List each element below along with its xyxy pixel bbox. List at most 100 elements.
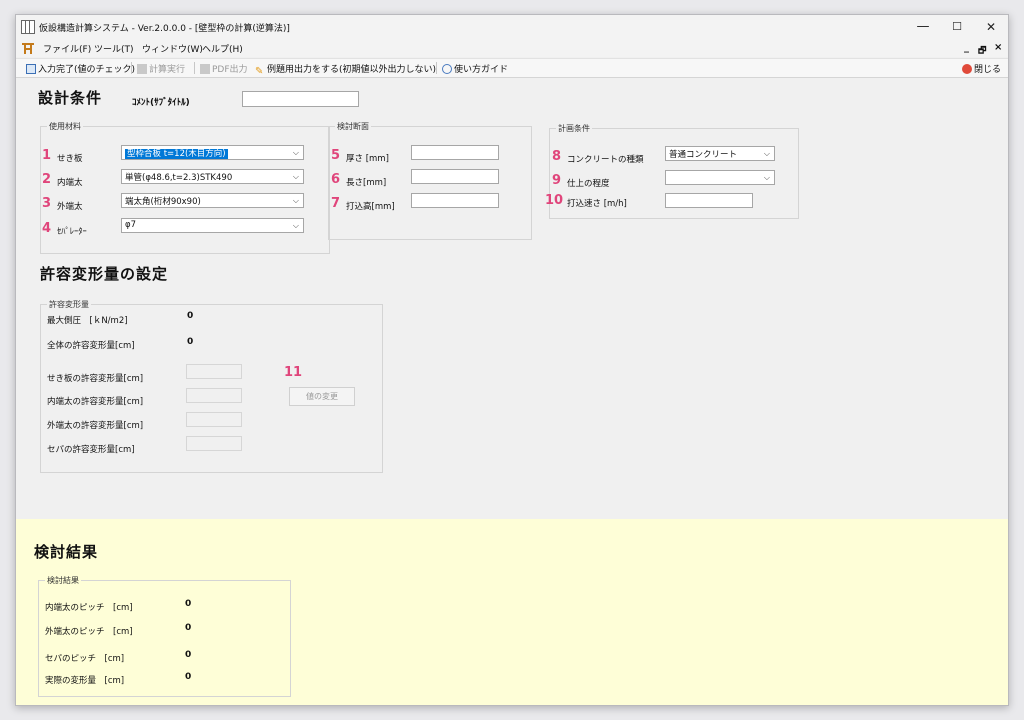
toolbar-divider xyxy=(194,62,195,74)
finish-grade-select[interactable]: ⌵ xyxy=(665,170,775,185)
deform-heading: 許容変形量の設定 xyxy=(40,265,169,283)
menu-window[interactable]: ウィンドウ(W) xyxy=(142,42,203,55)
materials-legend: 使用材料 xyxy=(47,121,83,132)
outer-beam-label: 外端太 xyxy=(57,202,83,212)
inner-pitch-label: 内端太のピッチ [cm] xyxy=(45,603,133,613)
usage-guide-button[interactable]: 使い方ガイド xyxy=(442,62,508,75)
pdf-icon xyxy=(200,64,210,74)
guide-icon xyxy=(442,64,452,74)
chevron-down-icon: ⌵ xyxy=(763,173,770,182)
sekiita-select[interactable]: 型枠合板 t=12(木目方向) ⌵ xyxy=(121,145,304,160)
inner-beam-value: 単管(φ48.6,t=2.3)STK490 xyxy=(125,173,233,183)
thickness-label: 厚さ [mm] xyxy=(346,154,389,164)
app-menu-icon[interactable] xyxy=(22,42,34,54)
chevron-down-icon: ⌵ xyxy=(292,221,299,230)
separator-pitch-value: 0 xyxy=(185,650,192,660)
close-window-button[interactable]: ✕ xyxy=(974,17,1008,37)
maximize-button[interactable]: ☐ xyxy=(940,17,974,37)
pour-height-input[interactable] xyxy=(411,193,499,208)
outer-deform-input[interactable] xyxy=(186,412,242,427)
close-circle-icon xyxy=(962,64,972,74)
section-legend: 検討断面 xyxy=(335,121,371,132)
marker-5: 5 xyxy=(331,148,341,163)
input-done-button[interactable]: 入力完了(値のチェック) xyxy=(26,62,135,75)
plan-legend: 計画条件 xyxy=(556,123,592,134)
marker-1: 1 xyxy=(42,148,52,163)
pencil-icon: ✎ xyxy=(255,66,264,77)
concrete-type-label: コンクリートの種類 xyxy=(567,155,644,165)
separator-label: ｾﾊﾟﾚｰﾀｰ xyxy=(57,227,87,237)
pdf-output-button[interactable]: PDF出力 xyxy=(200,62,248,75)
design-heading: 設計条件 xyxy=(38,89,103,107)
marker-8: 8 xyxy=(552,149,562,164)
results-group: 検討結果 内端太のピッチ [cm] 0 外端太のピッチ [cm] 0 セパのピッ… xyxy=(38,575,291,697)
inner-beam-select[interactable]: 単管(φ48.6,t=2.3)STK490 ⌵ xyxy=(121,169,304,184)
mdi-restore-button[interactable]: 🗗 xyxy=(978,43,986,59)
marker-4: 4 xyxy=(42,221,52,236)
separator-select[interactable]: φ7 ⌵ xyxy=(121,218,304,233)
minimize-button[interactable]: — xyxy=(906,17,940,37)
marker-7: 7 xyxy=(331,196,341,211)
window-title: 仮設構造計算システム - Ver.2.0.0.0 - [壁型枠の計算(逆算法)] xyxy=(39,24,290,34)
finish-grade-label: 仕上の程度 xyxy=(567,179,610,189)
outer-pitch-label: 外端太のピッチ [cm] xyxy=(45,627,133,637)
section-group: 検討断面 5 厚さ [mm] 6 長さ[mm] 7 打込高[mm] xyxy=(328,121,532,240)
edit-check-icon xyxy=(26,64,36,74)
title-bar: 仮設構造計算システム - Ver.2.0.0.0 - [壁型枠の計算(逆算法)]… xyxy=(16,15,1008,39)
marker-11: 11 xyxy=(284,365,303,380)
concrete-type-value: 普通コンクリート xyxy=(669,150,738,160)
separator-value: φ7 xyxy=(125,220,137,230)
menu-file[interactable]: ファイル(F) xyxy=(43,42,91,55)
chevron-down-icon: ⌵ xyxy=(292,172,299,181)
input-done-label: 入力完了(値のチェック) xyxy=(38,65,136,75)
max-pressure-value: 0 xyxy=(187,311,194,321)
close-form-button[interactable]: 閉じる xyxy=(962,62,1001,75)
inner-deform-input[interactable] xyxy=(186,388,242,403)
results-panel: 検討結果 検討結果 内端太のピッチ [cm] 0 外端太のピッチ [cm] 0 … xyxy=(16,519,1008,705)
separator-deform-input[interactable] xyxy=(186,436,242,451)
outer-beam-select[interactable]: 端太角(桁材90x90) ⌵ xyxy=(121,193,304,208)
toolbar-divider xyxy=(131,62,132,74)
total-deform-value: 0 xyxy=(187,337,194,347)
chevron-down-icon: ⌵ xyxy=(763,149,770,158)
menu-help[interactable]: ヘルプ(H) xyxy=(202,42,243,55)
thickness-input[interactable] xyxy=(411,145,499,160)
sekiita-deform-input[interactable] xyxy=(186,364,242,379)
inner-deform-label: 内端太の許容変形量[cm] xyxy=(47,397,144,407)
example-output-label: 例題用出力をする(初期値以外出力しない) xyxy=(267,65,437,75)
comment-input[interactable] xyxy=(242,91,359,107)
example-output-button[interactable]: ✎ 例題用出力をする(初期値以外出力しない) xyxy=(255,62,436,77)
change-values-button[interactable]: 値の変更 xyxy=(289,387,355,406)
sekiita-value: 型枠合板 t=12(木目方向) xyxy=(125,149,228,159)
separator-pitch-label: セパのピッチ [cm] xyxy=(45,654,125,664)
length-input[interactable] xyxy=(411,169,499,184)
sekiita-label: せき板 xyxy=(57,154,83,164)
app-window: 仮設構造計算システム - Ver.2.0.0.0 - [壁型枠の計算(逆算法)]… xyxy=(15,14,1009,706)
app-icon xyxy=(21,20,35,34)
total-deform-label: 全体の許容変形量[cm] xyxy=(47,341,135,351)
separator-deform-label: セパの許容変形量[cm] xyxy=(47,445,135,455)
sekiita-deform-label: せき板の許容変形量[cm] xyxy=(47,374,144,384)
outer-deform-label: 外端太の許容変形量[cm] xyxy=(47,421,144,431)
marker-3: 3 xyxy=(42,196,52,211)
close-form-label: 閉じる xyxy=(974,65,1002,75)
comment-label: ｺﾒﾝﾄ(ｻﾌﾞﾀｲﾄﾙ) xyxy=(132,98,190,108)
inner-pitch-value: 0 xyxy=(185,599,192,609)
menu-bar: ファイル(F) ツール(T) ウィンドウ(W) ヘルプ(H) _ 🗗 × xyxy=(16,39,1008,57)
toolbar-divider xyxy=(436,62,437,74)
toolbar: 入力完了(値のチェック) 計算実行 PDF出力 ✎ 例題用出力をする(初期値以外出… xyxy=(16,58,1008,78)
pour-speed-label: 打込速さ [m/h] xyxy=(567,199,627,209)
deform-legend: 許容変形量 xyxy=(47,299,91,310)
pour-speed-input[interactable] xyxy=(665,193,753,208)
marker-6: 6 xyxy=(331,172,341,187)
concrete-type-select[interactable]: 普通コンクリート ⌵ xyxy=(665,146,775,161)
results-legend: 検討結果 xyxy=(45,575,81,586)
calc-run-button[interactable]: 計算実行 xyxy=(137,62,185,75)
results-heading: 検討結果 xyxy=(34,543,99,561)
menu-tools[interactable]: ツール(T) xyxy=(94,42,134,55)
materials-group: 使用材料 1 せき板 型枠合板 t=12(木目方向) ⌵ 2 内端太 単管(φ4… xyxy=(40,121,330,254)
mdi-minimize-button[interactable]: _ xyxy=(964,42,969,53)
pdf-output-label: PDF出力 xyxy=(212,65,248,75)
mdi-close-button[interactable]: × xyxy=(994,42,1002,53)
actual-deform-value: 0 xyxy=(185,672,192,682)
